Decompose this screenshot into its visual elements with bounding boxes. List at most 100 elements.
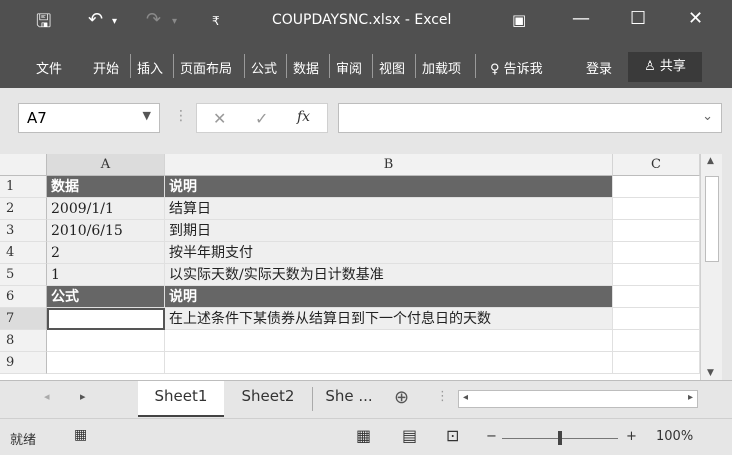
page-layout-view-icon[interactable]: ▤ bbox=[402, 426, 417, 445]
column-header-c[interactable]: C bbox=[613, 154, 700, 176]
undo-icon[interactable]: ↶ bbox=[88, 9, 103, 30]
cell-a2[interactable]: 2009/1/1 bbox=[47, 198, 165, 220]
vertical-scroll-thumb[interactable] bbox=[705, 176, 719, 262]
add-sheet-icon[interactable]: ⊕ bbox=[394, 387, 409, 408]
row-header[interactable]: 4 bbox=[0, 242, 47, 264]
ribbon-display-icon[interactable]: ▣ bbox=[512, 11, 526, 29]
formula-input[interactable]: ⌄ bbox=[338, 103, 722, 133]
tab-data[interactable]: 数据 bbox=[293, 58, 319, 77]
row-header[interactable]: 9 bbox=[0, 352, 47, 374]
tab-addins[interactable]: 加载项 bbox=[422, 58, 461, 77]
zoom-in-icon[interactable]: + bbox=[626, 429, 637, 444]
cell-b6[interactable]: 说明 bbox=[165, 286, 613, 308]
cancel-icon[interactable]: ✕ bbox=[213, 109, 226, 128]
redo-icon[interactable]: ↷ bbox=[146, 9, 161, 30]
scroll-left-icon[interactable]: ◂ bbox=[44, 390, 50, 403]
cell-b5[interactable]: 以实际天数/实际天数为日计数基准 bbox=[165, 264, 613, 286]
expand-formula-icon[interactable]: ⌄ bbox=[702, 109, 713, 124]
cell-b9[interactable] bbox=[165, 352, 613, 374]
zoom-level[interactable]: 100% bbox=[656, 429, 693, 444]
tab-separator bbox=[415, 54, 416, 78]
row-header[interactable]: 6 bbox=[0, 286, 47, 308]
cell-a3[interactable]: 2010/6/15 bbox=[47, 220, 165, 242]
sheet-tab-more[interactable]: She ... bbox=[318, 381, 380, 415]
cell-c4[interactable] bbox=[613, 242, 700, 264]
vertical-scrollbar[interactable]: ▲ ▼ bbox=[700, 154, 722, 380]
sheet-tab-sheet2[interactable]: Sheet2 bbox=[226, 381, 310, 415]
cell-c6[interactable] bbox=[613, 286, 700, 308]
normal-view-icon[interactable]: ▦ bbox=[356, 426, 371, 445]
cell-a9[interactable] bbox=[47, 352, 165, 374]
row-header[interactable]: 5 bbox=[0, 264, 47, 286]
row-header[interactable]: 7 bbox=[0, 308, 47, 330]
tab-insert[interactable]: 插入 bbox=[137, 58, 163, 77]
cell-b3[interactable]: 到期日 bbox=[165, 220, 613, 242]
row-header[interactable]: 3 bbox=[0, 220, 47, 242]
tab-home[interactable]: 开始 bbox=[93, 58, 119, 77]
row-header[interactable]: 2 bbox=[0, 198, 47, 220]
hscroll-right-icon[interactable]: ▸ bbox=[688, 392, 693, 403]
zoom-out-icon[interactable]: − bbox=[486, 429, 497, 444]
share-button[interactable]: ♙ 共享 bbox=[628, 52, 702, 82]
undo-dropdown-icon[interactable]: ▾ bbox=[112, 16, 117, 27]
login-link[interactable]: 登录 bbox=[586, 58, 612, 77]
cell-c5[interactable] bbox=[613, 264, 700, 286]
cell-c9[interactable] bbox=[613, 352, 700, 374]
macro-record-icon[interactable]: ▦ bbox=[74, 427, 87, 443]
cell-b8[interactable] bbox=[165, 330, 613, 352]
scroll-down-icon[interactable]: ▼ bbox=[707, 368, 714, 378]
tab-page-layout[interactable]: 页面布局 bbox=[180, 58, 232, 77]
close-icon[interactable]: ✕ bbox=[688, 8, 703, 29]
select-all-corner[interactable] bbox=[0, 154, 47, 176]
cell-a7[interactable] bbox=[47, 308, 165, 330]
column-header-a[interactable]: A bbox=[47, 154, 165, 176]
cell-a6[interactable]: 公式 bbox=[47, 286, 165, 308]
maximize-icon[interactable]: ☐ bbox=[630, 8, 646, 29]
cell-a5[interactable]: 1 bbox=[47, 264, 165, 286]
excel-window: 🖫 ↶ ▾ ↷ ▾ ₹ COUPDAYSNC.xlsx - Excel ▣ — … bbox=[0, 0, 732, 455]
page-break-view-icon[interactable]: ⊡ bbox=[446, 426, 459, 445]
cell-b4[interactable]: 按半年期支付 bbox=[165, 242, 613, 264]
tab-file[interactable]: 文件 bbox=[36, 58, 62, 77]
tell-me-label: 告诉我 bbox=[503, 62, 543, 77]
zoom-slider-thumb[interactable] bbox=[558, 431, 562, 445]
minimize-icon[interactable]: — bbox=[572, 8, 590, 29]
tab-review[interactable]: 审阅 bbox=[336, 58, 362, 77]
cell-b7[interactable]: 在上述条件下某债券从结算日到下一个付息日的天数 bbox=[165, 308, 613, 330]
sheet-tab-sheet1[interactable]: Sheet1 bbox=[138, 381, 224, 417]
tab-separator bbox=[286, 54, 287, 78]
scroll-right-icon[interactable]: ▸ bbox=[80, 390, 86, 403]
cell-c7[interactable] bbox=[613, 308, 700, 330]
cell-a8[interactable] bbox=[47, 330, 165, 352]
row-header[interactable]: 1 bbox=[0, 176, 47, 198]
tab-separator bbox=[329, 54, 330, 78]
split-handle-icon[interactable]: ⋮ bbox=[436, 389, 449, 404]
row-header[interactable]: 8 bbox=[0, 330, 47, 352]
chevron-down-icon[interactable]: ▼ bbox=[143, 109, 151, 122]
cell-c1[interactable] bbox=[613, 176, 700, 198]
tell-me-search[interactable]: ♀ 告诉我 bbox=[490, 58, 543, 77]
cell-c2[interactable] bbox=[613, 198, 700, 220]
customize-toolbar-icon[interactable]: ₹ bbox=[212, 14, 220, 28]
tab-formulas[interactable]: 公式 bbox=[251, 58, 277, 77]
horizontal-scrollbar[interactable]: ◂ ▸ bbox=[458, 390, 698, 408]
hscroll-left-icon[interactable]: ◂ bbox=[463, 392, 468, 403]
formula-buttons: ✕ ✓ fx bbox=[196, 103, 328, 133]
save-icon[interactable]: 🖫 bbox=[36, 9, 51, 39]
name-box[interactable]: A7 ▼ bbox=[18, 103, 160, 133]
cell-a1[interactable]: 数据 bbox=[47, 176, 165, 198]
cell-c3[interactable] bbox=[613, 220, 700, 242]
tab-view[interactable]: 视图 bbox=[379, 58, 405, 77]
cell-b1[interactable]: 说明 bbox=[165, 176, 613, 198]
scroll-up-icon[interactable]: ▲ bbox=[707, 156, 714, 166]
tab-separator bbox=[173, 54, 174, 78]
confirm-icon[interactable]: ✓ bbox=[255, 109, 268, 128]
column-header-b[interactable]: B bbox=[165, 154, 613, 176]
cell-b2[interactable]: 结算日 bbox=[165, 198, 613, 220]
status-mode: 就绪 bbox=[10, 433, 37, 448]
cell-a4[interactable]: 2 bbox=[47, 242, 165, 264]
insert-function-icon[interactable]: fx bbox=[297, 109, 310, 125]
cell-c8[interactable] bbox=[613, 330, 700, 352]
drag-handle-icon[interactable]: ⋮ bbox=[174, 108, 188, 124]
redo-dropdown-icon[interactable]: ▾ bbox=[172, 16, 177, 27]
